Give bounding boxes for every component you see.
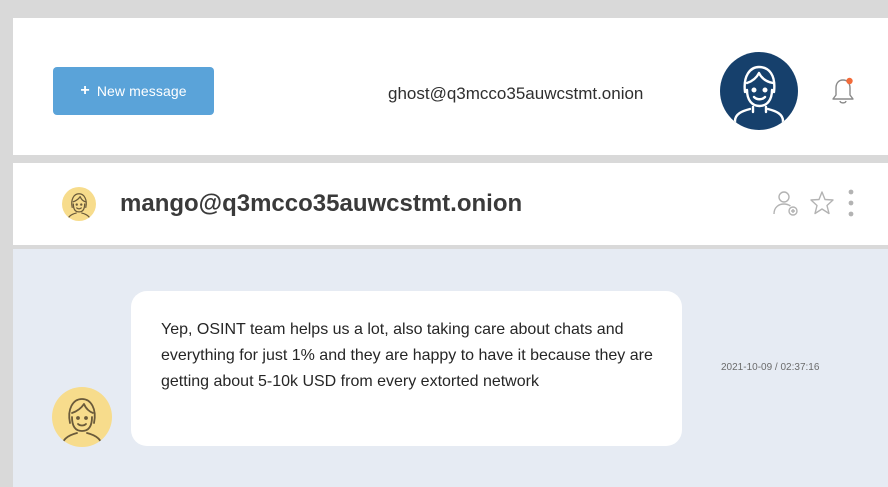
conversation-actions [766, 185, 860, 221]
contact-avatar-icon [67, 193, 91, 221]
message-bubble[interactable]: Yep, OSINT team helps us a lot, also tak… [131, 291, 682, 446]
sender-avatar-icon [61, 398, 103, 447]
notifications-button[interactable] [831, 75, 855, 107]
message-text: Yep, OSINT team helps us a lot, also tak… [161, 321, 653, 390]
user-avatar[interactable] [720, 52, 798, 130]
bell-icon [832, 77, 854, 104]
notification-dot [846, 77, 853, 85]
top-header: + New message ghost@q3mcco35auwcstmt.oni… [13, 18, 888, 155]
add-contact-button[interactable] [770, 185, 802, 221]
conversation-title: mango@q3mcco35auwcstmt.onion [120, 190, 523, 217]
add-contact-icon [773, 191, 798, 216]
new-message-label: New message [96, 83, 187, 99]
message-list[interactable]: Yep, OSINT team helps us a lot, also tak… [13, 249, 888, 487]
user-avatar-icon [733, 65, 785, 130]
more-vertical-icon [848, 189, 854, 217]
current-user-email: ghost@q3mcco35auwcstmt.onion [388, 84, 644, 103]
contact-avatar-small [62, 187, 96, 221]
conversation-header: mango@q3mcco35auwcstmt.onion [13, 163, 888, 245]
favorite-button[interactable] [806, 185, 838, 221]
star-icon [810, 191, 834, 215]
message-sender-avatar [52, 387, 112, 447]
plus-icon: + [80, 82, 90, 99]
message-timestamp: 2021-10-09 / 02:37:16 [721, 362, 820, 373]
more-options-button[interactable] [842, 185, 860, 221]
new-message-button[interactable]: + New message [53, 67, 214, 115]
